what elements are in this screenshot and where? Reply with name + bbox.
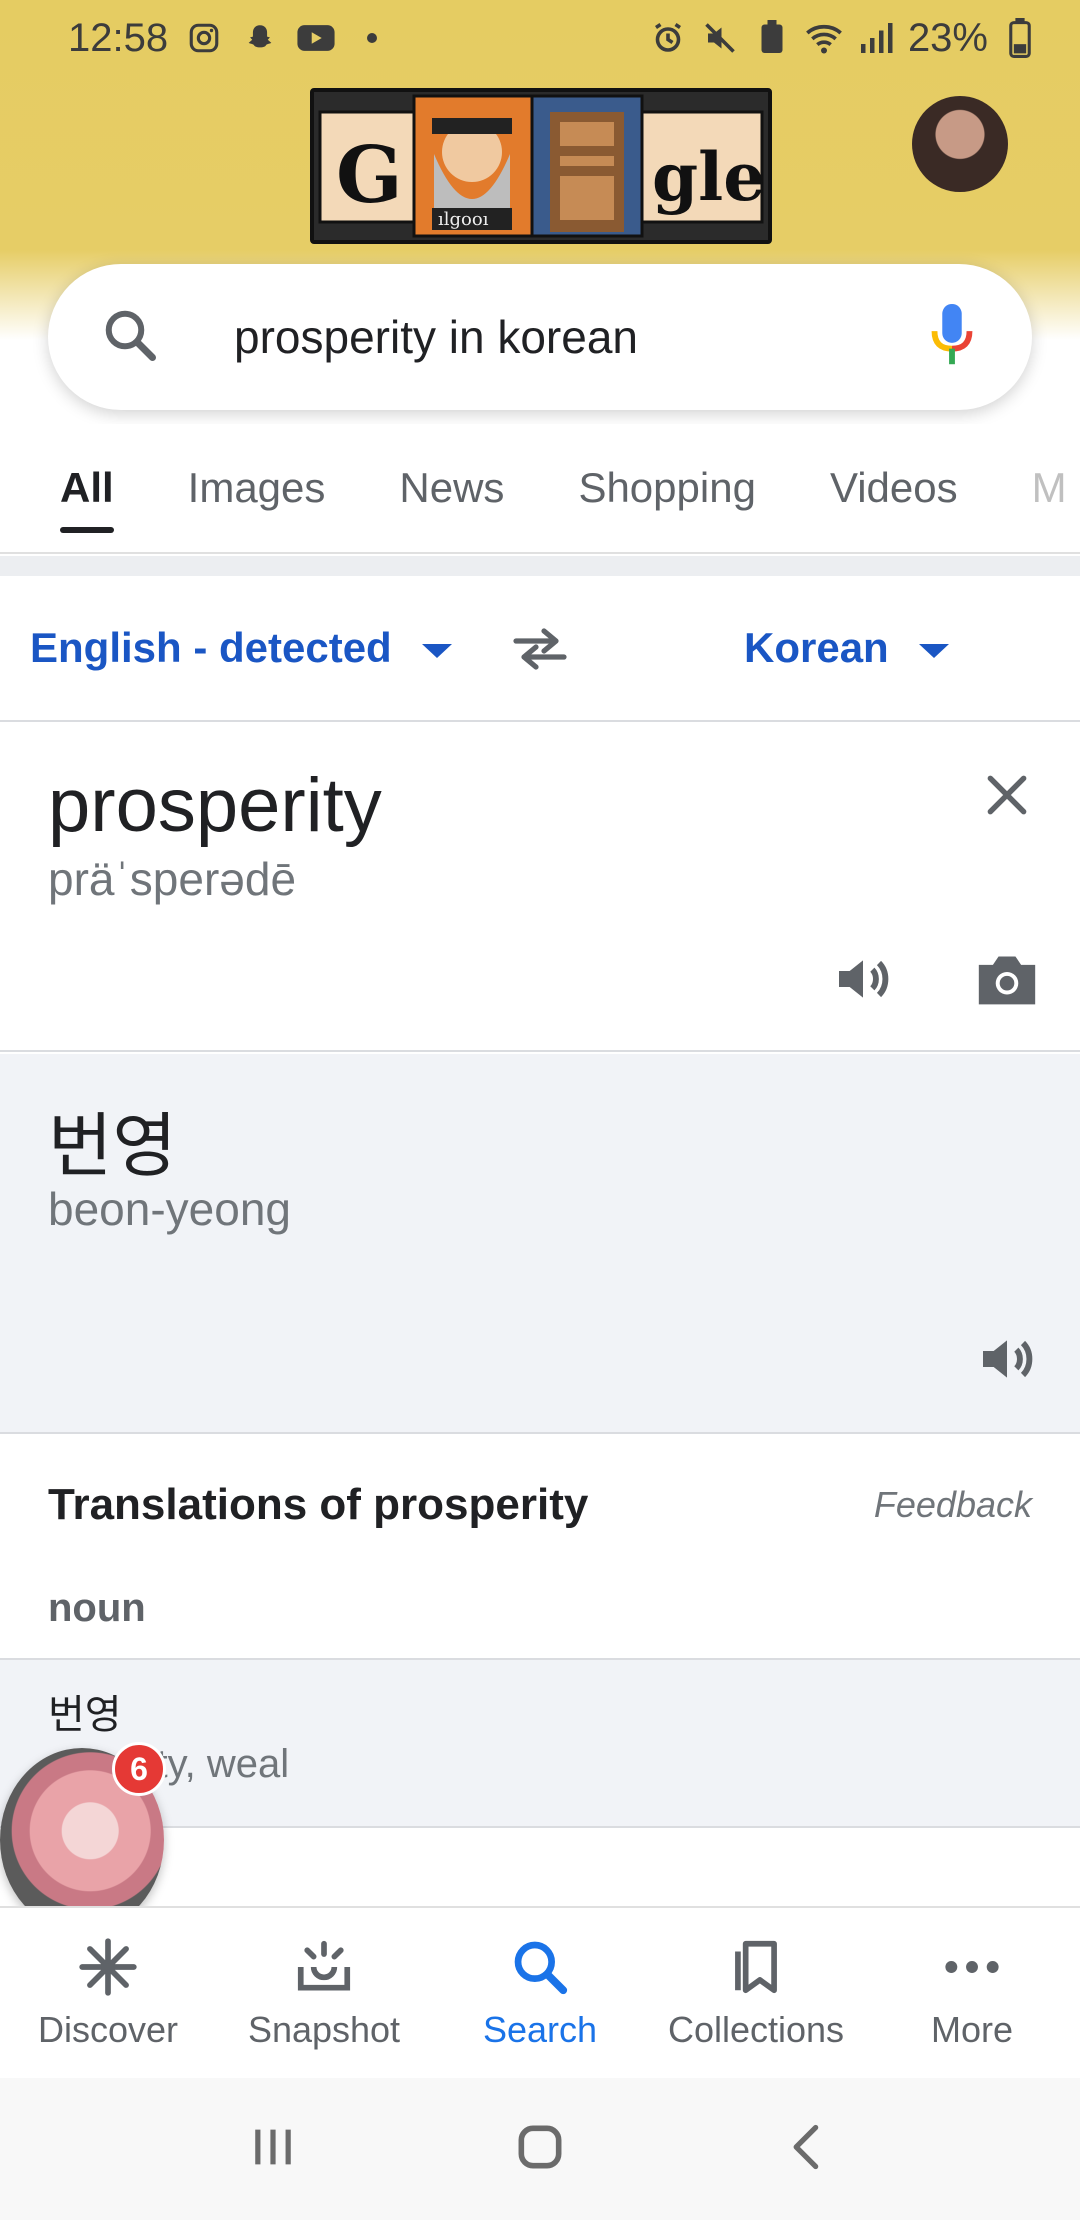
youtube-icon (296, 18, 336, 58)
collections-icon (724, 1935, 788, 1999)
back-icon[interactable] (781, 2121, 833, 2178)
microphone-icon[interactable] (930, 302, 974, 372)
alarm-icon (648, 18, 688, 58)
tab-videos[interactable]: Videos (830, 424, 958, 552)
nav-search[interactable]: Search (432, 1908, 648, 2078)
more-icon (940, 1935, 1004, 1999)
tab-images[interactable]: Images (188, 424, 326, 552)
dropdown-arrow-icon (421, 644, 452, 658)
asterisk-icon (76, 1935, 140, 1999)
source-phonetic: präˈsperədē (48, 853, 297, 905)
tab-shopping[interactable]: Shopping (578, 424, 756, 552)
translation-word: 번영 (48, 1693, 122, 1737)
feedback-link[interactable]: Feedback (874, 1484, 1032, 1526)
source-text-panel[interactable]: prosperity präˈsperədē (0, 724, 1080, 1052)
target-language-select[interactable]: Korean (744, 624, 949, 672)
account-avatar[interactable] (912, 96, 1008, 192)
search-icon (100, 305, 160, 370)
section-divider (0, 556, 1080, 576)
nav-collections[interactable]: Collections (648, 1908, 864, 2078)
clear-text-icon[interactable] (972, 760, 1042, 830)
mute-icon (700, 18, 740, 58)
search-input[interactable]: prosperity in korean (234, 310, 930, 364)
part-of-speech: noun (48, 1586, 146, 1630)
system-navigation-bar (0, 2078, 1080, 2220)
google-doodle-logo[interactable]: G ılgooı gle (310, 88, 772, 244)
translation-result-panel: 번영 beon-yeong (0, 1054, 1080, 1434)
source-text[interactable]: prosperity (48, 762, 382, 849)
search-tabs: All Images News Shopping Videos M (0, 424, 1080, 554)
translations-title: Translations of prosperity (48, 1480, 589, 1529)
camera-icon[interactable] (972, 944, 1042, 1014)
dropdown-arrow-icon (918, 644, 949, 658)
translate-language-bar: English - detected Korean (0, 576, 1080, 722)
tab-news[interactable]: News (399, 424, 504, 552)
home-icon[interactable] (512, 2119, 568, 2180)
search-bar[interactable]: prosperity in korean (48, 264, 1032, 410)
recent-apps-icon[interactable] (247, 2121, 299, 2178)
speaker-icon[interactable] (828, 944, 898, 1014)
translation-entry[interactable]: 번영 erity, weal (0, 1658, 1080, 1828)
tab-more-partial[interactable]: M (1032, 424, 1067, 552)
nav-snapshot[interactable]: Snapshot (216, 1908, 432, 2078)
romanization: beon-yeong (48, 1183, 291, 1235)
header: 12:58 23% G ılgooı gle prosperity in kor… (0, 0, 1080, 420)
tab-all[interactable]: All (60, 424, 114, 552)
notification-dot-icon (352, 18, 392, 58)
battery-percent: 23% (907, 15, 988, 60)
instagram-icon (184, 18, 224, 58)
nav-discover[interactable]: Discover (0, 1908, 216, 2078)
snapshot-icon (292, 1935, 356, 1999)
bottom-navigation: Discover Snapshot Search Collections Mor… (0, 1906, 1080, 2078)
signal-icon (856, 18, 896, 58)
translated-text: 번영 (48, 1107, 177, 1185)
wifi-icon (804, 18, 844, 58)
battery-icon (1000, 18, 1040, 58)
svg-text:G: G (336, 130, 403, 221)
source-language-select[interactable]: English - detected (30, 624, 452, 672)
status-time: 12:58 (68, 15, 169, 60)
status-bar: 12:58 23% (0, 0, 1080, 76)
notification-badge: 6 (112, 1742, 166, 1796)
svg-text:ılgooı: ılgooı (438, 209, 489, 230)
snapchat-icon (240, 18, 280, 58)
speaker-icon[interactable] (972, 1324, 1042, 1394)
nav-more[interactable]: More (864, 1908, 1080, 2078)
search-icon (508, 1935, 572, 1999)
battery-saver-icon (752, 18, 792, 58)
swap-languages-icon[interactable] (510, 624, 570, 674)
svg-text:gle: gle (652, 138, 765, 216)
